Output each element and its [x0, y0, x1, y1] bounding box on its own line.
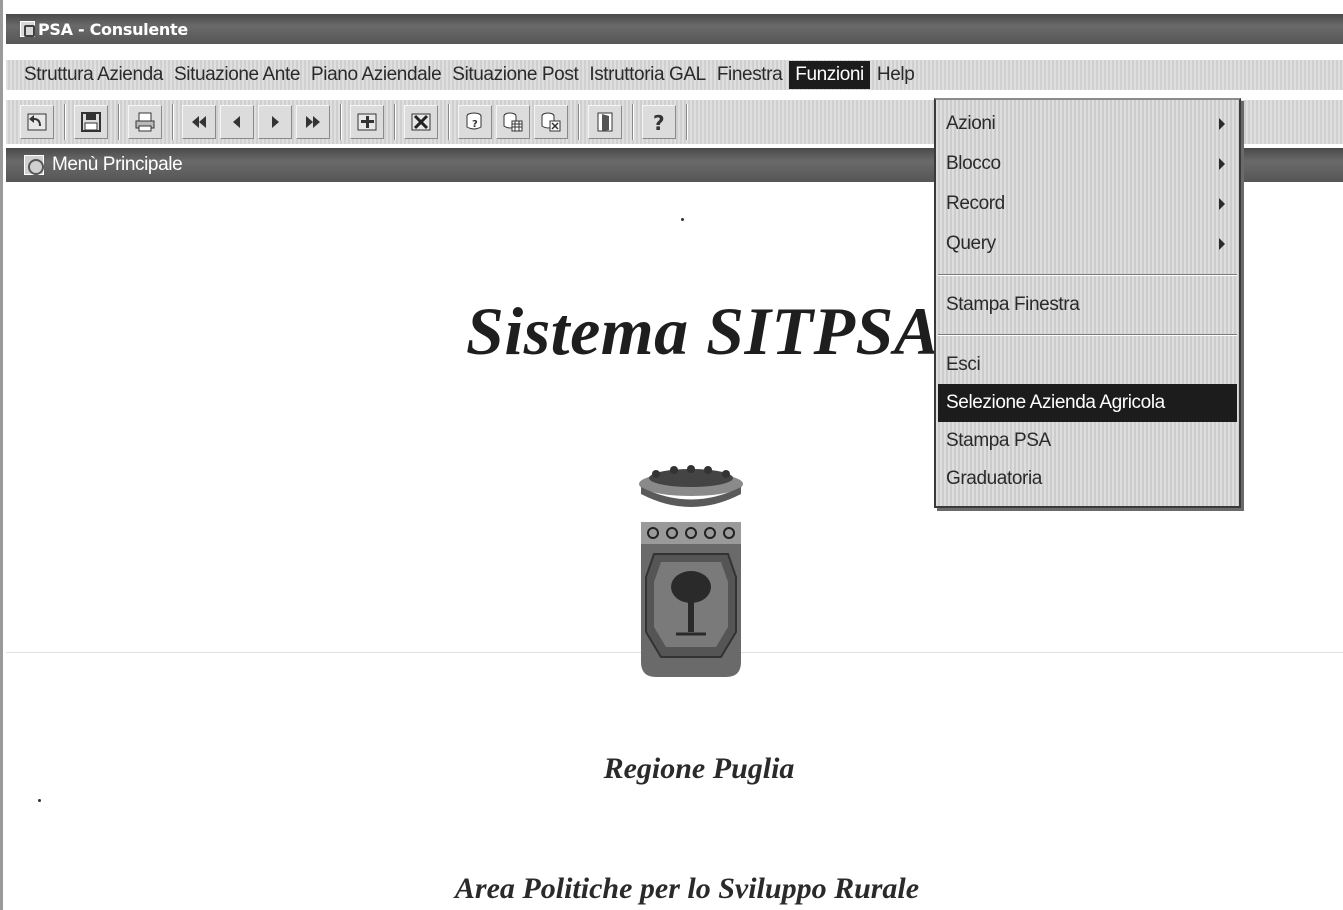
toolbar-separator: [578, 104, 580, 140]
department-name: Area Politiche per lo Sviluppo Rurale: [454, 872, 920, 905]
menu-item-label: Query: [946, 233, 996, 254]
funzioni-dropdown-menu: Azioni Blocco Record Query Stampa Finest…: [934, 98, 1241, 508]
submenu-arrow-icon: [1219, 238, 1225, 250]
query-button[interactable]: ?: [458, 105, 492, 139]
menu-item-label: Graduatoria: [946, 468, 1042, 489]
submenu-arrow-icon: [1219, 118, 1225, 130]
svg-text:?: ?: [472, 119, 478, 130]
toolbar-separator: [172, 104, 174, 140]
menu-situazione-post[interactable]: Situazione Post: [448, 61, 582, 89]
exit-button[interactable]: [588, 105, 622, 139]
previous-record-button[interactable]: [220, 105, 254, 139]
menu-item-label: Selezione Azienda Agricola: [946, 392, 1165, 413]
previous-record-icon: [233, 116, 240, 128]
undo-button[interactable]: [20, 105, 54, 139]
save-button[interactable]: [74, 105, 108, 139]
menu-istruttoria-gal[interactable]: Istruttoria GAL: [585, 61, 710, 89]
region-name: Regione Puglia: [603, 752, 795, 785]
menu-piano-aziendale[interactable]: Piano Aziendale: [307, 61, 445, 89]
menu-bar: Struttura Azienda Situazione Ante Piano …: [6, 60, 1343, 90]
execute-query-button[interactable]: [496, 105, 530, 139]
first-record-button[interactable]: [182, 105, 216, 139]
subwindow-title: Menù Principale: [52, 154, 183, 175]
menu-item-esci[interactable]: Esci: [936, 346, 1239, 384]
next-record-button[interactable]: [258, 105, 292, 139]
toolbar-separator: [64, 104, 66, 140]
cancel-query-button[interactable]: [534, 105, 568, 139]
first-record-icon: [192, 116, 206, 128]
menu-item-label: Esci: [946, 354, 981, 375]
menu-help[interactable]: Help: [873, 61, 918, 89]
delete-record-icon: [411, 113, 431, 131]
last-record-icon: [306, 116, 320, 128]
menu-item-label: Stampa PSA: [946, 430, 1051, 451]
toolbar-separator: [118, 104, 120, 140]
main-menu-icon: [24, 155, 44, 175]
menu-item-graduatoria[interactable]: Graduatoria: [936, 460, 1239, 498]
region-coat-of-arms-icon: [639, 465, 743, 677]
toolbar-separator: [394, 104, 396, 140]
submenu-arrow-icon: [1219, 198, 1225, 210]
menu-item-query[interactable]: Query: [936, 224, 1239, 264]
delete-record-button[interactable]: [404, 105, 438, 139]
window-title: PSA - Consulente: [38, 19, 188, 39]
next-record-icon: [272, 116, 279, 128]
menu-item-label: Blocco: [946, 153, 1001, 174]
menu-struttura-azienda[interactable]: Struttura Azienda: [20, 61, 167, 89]
submenu-arrow-icon: [1219, 158, 1225, 170]
menu-item-blocco[interactable]: Blocco: [936, 144, 1239, 184]
last-record-button[interactable]: [296, 105, 330, 139]
help-button[interactable]: ?: [642, 105, 676, 139]
undo-icon: [27, 113, 47, 131]
menu-item-record[interactable]: Record: [936, 184, 1239, 224]
menu-item-label: Azioni: [946, 113, 996, 134]
insert-record-icon: [357, 113, 377, 131]
toolbar-separator: [632, 104, 634, 140]
print-button[interactable]: [128, 105, 162, 139]
insert-record-button[interactable]: [350, 105, 384, 139]
java-app-icon: [20, 21, 35, 37]
menu-item-stampa-finestra[interactable]: Stampa Finestra: [936, 286, 1239, 324]
save-icon: [81, 112, 101, 132]
menu-item-azioni[interactable]: Azioni: [936, 104, 1239, 144]
menu-separator: [938, 334, 1237, 336]
execute-query-icon: [503, 112, 523, 132]
page-title: Sistema SITPSA: [466, 293, 940, 369]
scan-speck: [681, 218, 684, 221]
svg-text:?: ?: [653, 111, 665, 133]
help-icon: ?: [653, 111, 665, 133]
menu-funzioni[interactable]: Funzioni: [789, 61, 870, 89]
menu-situazione-ante[interactable]: Situazione Ante: [170, 61, 304, 89]
title-bar[interactable]: PSA - Consulente: [6, 14, 1343, 44]
toolbar-separator: [448, 104, 450, 140]
toolbar-separator: [686, 104, 688, 140]
cancel-query-icon: [541, 112, 561, 132]
exit-icon: [597, 112, 613, 132]
menu-item-stampa-psa[interactable]: Stampa PSA: [936, 422, 1239, 460]
menu-item-selezione-azienda-agricola[interactable]: Selezione Azienda Agricola: [938, 384, 1237, 422]
menu-item-label: Stampa Finestra: [946, 294, 1080, 315]
toolbar-separator: [340, 104, 342, 140]
scan-speck: [38, 799, 41, 802]
menu-separator: [938, 274, 1237, 276]
menu-finestra[interactable]: Finestra: [713, 61, 786, 89]
print-icon: [135, 112, 155, 132]
query-icon: ?: [466, 112, 482, 130]
menu-item-label: Record: [946, 193, 1005, 214]
application-window: PSA - Consulente Struttura Azienda Situa…: [0, 0, 1343, 910]
